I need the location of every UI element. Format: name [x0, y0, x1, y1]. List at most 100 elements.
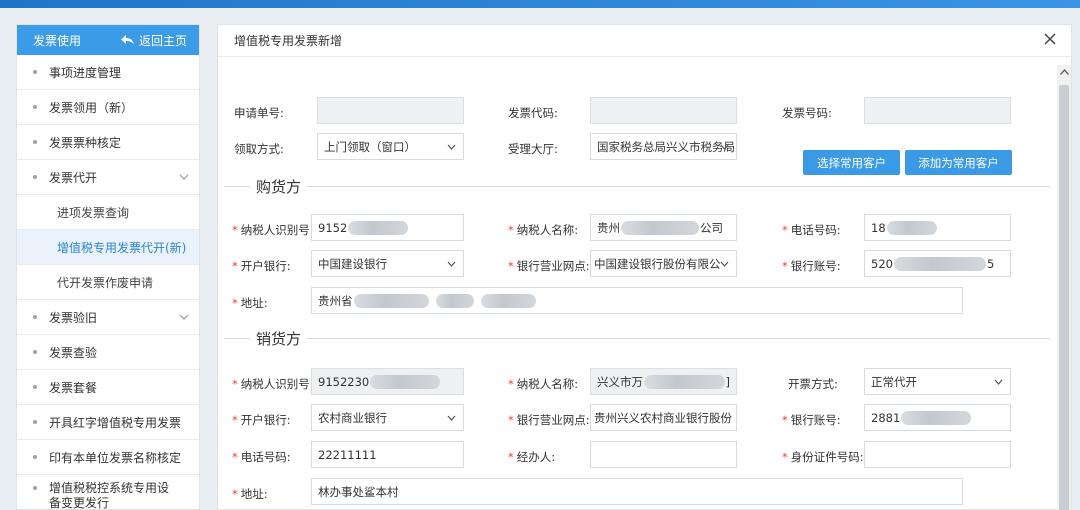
- id-no-field[interactable]: [864, 441, 1011, 468]
- dialog-header: 增值税专用发票新增: [218, 25, 1071, 57]
- invoice-code-field[interactable]: [590, 97, 737, 124]
- apply-no-label: 申请单号:: [234, 106, 284, 120]
- dialog-title: 增值税专用发票新增: [234, 34, 343, 48]
- scrollbar-thumb[interactable]: [1059, 85, 1069, 510]
- invoice-no-field[interactable]: [864, 97, 1011, 124]
- add-customer-button[interactable]: 添加为常用客户: [905, 150, 1012, 175]
- buyer-tax-id-field[interactable]: 9152: [311, 214, 464, 241]
- back-arrow-icon: [120, 35, 134, 45]
- chevron-down-icon: [179, 174, 189, 180]
- seller-name-label: * 纳税人名称:: [508, 377, 579, 391]
- hall-select[interactable]: 国家税务总局兴义市税务局: [590, 133, 737, 160]
- buyer-account-field[interactable]: 520 5: [864, 250, 1011, 277]
- sidebar-item-label: 发票票种核定: [49, 135, 122, 150]
- bullet-icon: [33, 140, 37, 144]
- sidebar-item-invoice-proxy[interactable]: 发票代开: [17, 160, 199, 195]
- sidebar-title: 发票使用: [33, 33, 82, 48]
- handler-field[interactable]: [590, 441, 737, 468]
- chevron-down-icon: [447, 261, 456, 267]
- bullet-icon: [33, 105, 37, 109]
- sidebar: 发票使用 返回主页 事项进度管理 发票领用（新） 发票票种核定 发票代开 进项发…: [16, 24, 200, 510]
- sidebar-item-invoice-check[interactable]: 发票查验: [17, 335, 199, 370]
- sidebar-item-label: 发票查验: [49, 345, 98, 360]
- seller-bank-label: * 开户银行:: [232, 413, 291, 427]
- buyer-section-title: 购货方: [256, 177, 302, 196]
- top-bar: [0, 0, 1080, 8]
- sidebar-item-unit-name[interactable]: 印有本单位发票名称核定: [17, 440, 199, 475]
- bullet-icon: [33, 175, 37, 179]
- seller-name-field[interactable]: 兴义市万]: [590, 368, 737, 395]
- back-home-link[interactable]: 返回主页: [120, 32, 187, 49]
- sidebar-item-label: 发票套餐: [49, 380, 98, 395]
- buyer-phone-field[interactable]: 18: [864, 214, 1011, 241]
- apply-no-field[interactable]: [317, 97, 464, 124]
- buyer-address-field[interactable]: 贵州省: [311, 287, 963, 314]
- chevron-down-icon: [994, 379, 1003, 385]
- chevron-down-icon: [720, 144, 729, 150]
- sidebar-item-label: 事项进度管理: [49, 65, 122, 80]
- seller-section-title: 销货方: [256, 329, 302, 348]
- buyer-bank-label: * 开户银行:: [232, 259, 291, 273]
- sidebar-item-progress[interactable]: 事项进度管理: [17, 55, 199, 90]
- sidebar-item-device-change[interactable]: 增值税税控系统专用设备变更发行: [17, 475, 199, 509]
- pickup-select[interactable]: 上门领取（窗口）: [317, 133, 464, 160]
- buyer-bank-select[interactable]: 中国建设银行: [311, 250, 464, 277]
- sidebar-item-label: 发票验旧: [49, 310, 98, 325]
- seller-account-field[interactable]: 2881: [864, 404, 1011, 431]
- sidebar-item-invoice-package[interactable]: 发票套餐: [17, 370, 199, 405]
- pickup-value: 上门领取（窗口）: [324, 139, 416, 154]
- bullet-icon: [33, 350, 37, 354]
- seller-bank-select[interactable]: 农村商业银行: [311, 404, 464, 431]
- hall-value: 国家税务总局兴义市税务局: [597, 139, 735, 154]
- buyer-tax-id-label: * 纳税人识别号:: [232, 223, 314, 237]
- sidebar-header: 发票使用 返回主页: [17, 25, 199, 55]
- sidebar-subitem-input-query[interactable]: 进项发票查询: [17, 195, 199, 230]
- buyer-name-label: * 纳税人名称:: [508, 223, 579, 237]
- seller-address-label: * 地址:: [232, 487, 268, 501]
- buyer-address-label: * 地址:: [232, 296, 268, 310]
- chevron-down-icon: [447, 415, 456, 421]
- buyer-name-field[interactable]: 贵州 公司: [590, 214, 737, 241]
- buyer-branch-select[interactable]: 中国建设银行股份有限公: [590, 250, 737, 277]
- seller-phone-label: * 电话号码:: [232, 450, 291, 464]
- sidebar-item-label: 进项发票查询: [57, 205, 130, 220]
- handler-label: * 经办人:: [508, 450, 556, 464]
- seller-phone-field[interactable]: 22211111: [311, 441, 464, 468]
- invoice-code-label: 发票代码:: [508, 106, 558, 120]
- sidebar-item-label: 开具红字增值税专用发票: [49, 415, 182, 430]
- bullet-icon: [33, 70, 37, 74]
- sidebar-item-invoice-verify-old[interactable]: 发票验旧: [17, 300, 199, 335]
- sidebar-item-label: 代开发票作废申请: [57, 275, 154, 290]
- seller-branch-field[interactable]: 贵州兴义农村商业银行股份: [590, 404, 737, 431]
- buyer-branch-label: * 银行营业网点:: [508, 259, 590, 273]
- sidebar-subitem-void-request[interactable]: 代开发票作废申请: [17, 265, 199, 300]
- buyer-section-header: 购货方: [224, 176, 1050, 196]
- pickup-label: 领取方式:: [234, 142, 284, 156]
- seller-section-header: 销货方: [224, 328, 1050, 348]
- chevron-down-icon: [447, 144, 456, 150]
- chevron-down-icon: [720, 261, 729, 267]
- sidebar-item-invoice-claim[interactable]: 发票领用（新）: [17, 90, 199, 125]
- select-customer-button[interactable]: 选择常用客户: [803, 150, 900, 175]
- bullet-icon: [33, 486, 37, 490]
- sidebar-item-red-invoice[interactable]: 开具红字增值税专用发票: [17, 405, 199, 440]
- chevron-down-icon: [179, 314, 189, 320]
- scroll-up-icon[interactable]: [1057, 65, 1071, 79]
- seller-tax-id-field[interactable]: 9152230: [311, 368, 464, 395]
- sidebar-item-invoice-type[interactable]: 发票票种核定: [17, 125, 199, 160]
- seller-account-label: * 银行账号:: [782, 413, 841, 427]
- bullet-icon: [33, 455, 37, 459]
- invoice-mode-select[interactable]: 正常代开: [864, 368, 1011, 395]
- seller-address-field[interactable]: 林办事处鲨本村: [311, 478, 963, 505]
- seller-branch-label: * 银行营业网点:: [508, 413, 590, 427]
- hall-label: 受理大厅:: [508, 142, 558, 156]
- bullet-icon: [33, 385, 37, 389]
- close-icon[interactable]: [1043, 32, 1057, 46]
- sidebar-item-label: 发票代开: [49, 170, 98, 185]
- vertical-scrollbar[interactable]: [1057, 65, 1071, 510]
- sidebar-item-label: 印有本单位发票名称核定: [49, 450, 182, 465]
- sidebar-item-label: 发票领用（新）: [49, 100, 134, 115]
- buyer-account-label: * 银行账号:: [782, 259, 841, 273]
- sidebar-subitem-vat-special[interactable]: 增值税专用发票代开(新): [17, 230, 199, 265]
- back-home-label: 返回主页: [138, 33, 187, 48]
